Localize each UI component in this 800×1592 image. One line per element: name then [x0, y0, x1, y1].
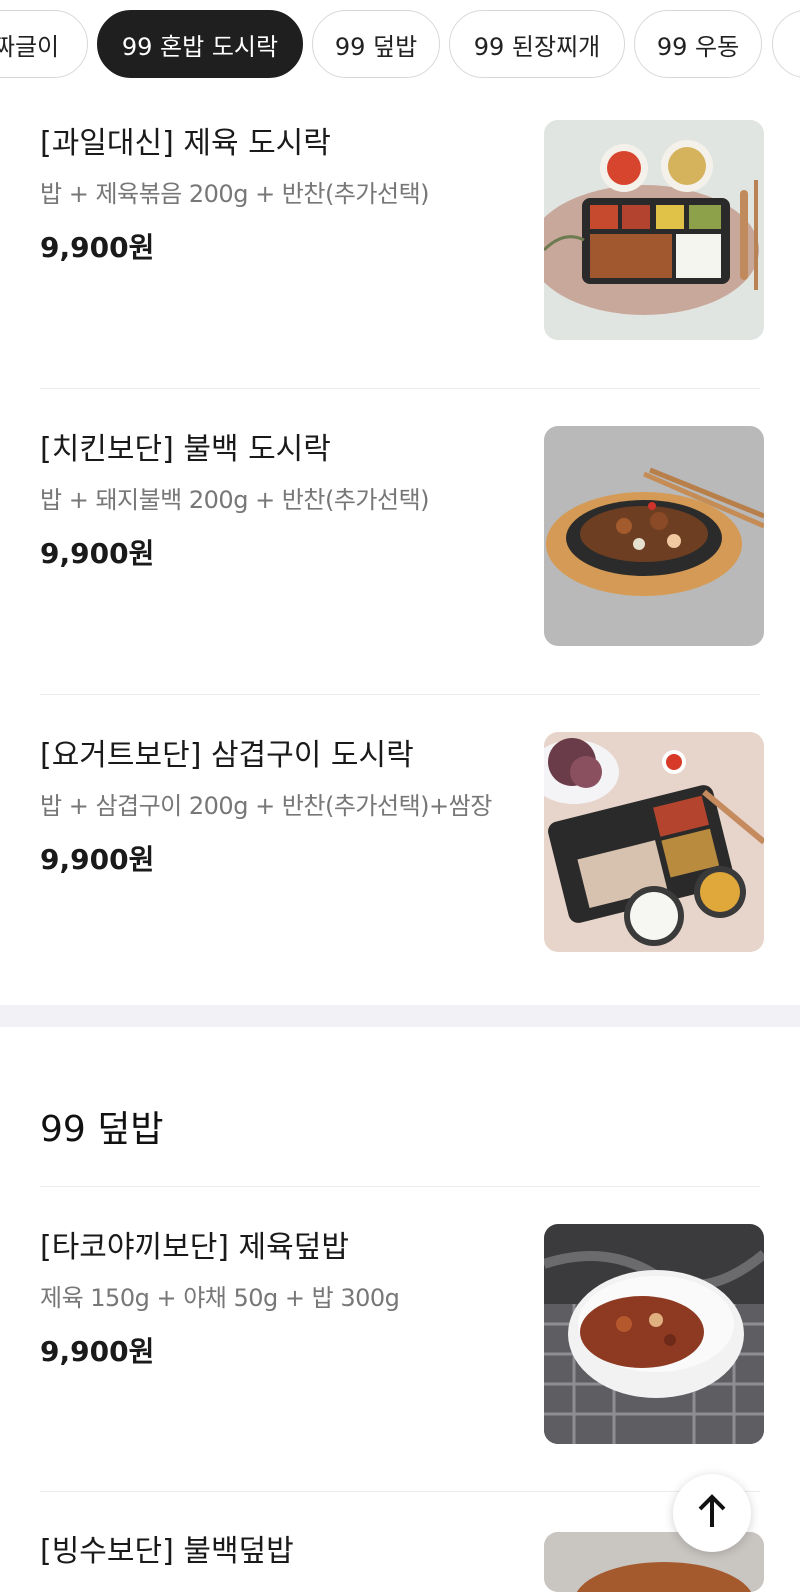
item-description: 밥 + 제육볶음 200g + 반찬(추가선택) — [40, 180, 430, 208]
category-tab-bar: 짜글이 99 혼밥 도시락 99 덮밥 99 된장찌개 99 우동 — [0, 0, 800, 88]
bulbaek-platter-photo[interactable] — [544, 426, 764, 646]
item-description: 밥 + 돼지불백 200g + 반찬(추가선택) — [40, 486, 430, 514]
jeyuk-deopbap-photo[interactable] — [544, 1224, 764, 1444]
tab-jjageuli[interactable]: 짜글이 — [0, 10, 88, 78]
item-name: [치킨보단] 불백 도시락 — [40, 432, 331, 467]
item-name: [요거트보단] 삼겹구이 도시락 — [40, 738, 414, 773]
item-price: 9,900원 — [40, 1335, 155, 1368]
item-divider — [40, 388, 760, 389]
menu-item[interactable]: [과일대신] 제육 도시락 밥 + 제육볶음 200g + 반찬(추가선택) 9… — [40, 118, 764, 340]
tab-label: 짜글이 — [0, 32, 60, 61]
tab-label: 99 혼밥 도시락 — [121, 32, 279, 61]
section-title: 99 덮밥 — [40, 1109, 164, 1150]
item-description: 밥 + 삼겹구이 200g + 반찬(추가선택)+쌈장 — [40, 792, 492, 820]
section-divider — [40, 1186, 760, 1187]
menu-item[interactable]: [요거트보단] 삼겹구이 도시락 밥 + 삼겹구이 200g + 반찬(추가선택… — [40, 730, 764, 952]
menu-item[interactable]: [치킨보단] 불백 도시락 밥 + 돼지불백 200g + 반찬(추가선택) 9… — [40, 424, 764, 646]
tab-udon[interactable]: 99 우동 — [634, 10, 762, 78]
item-name: [빙수보단] 불백덮밥 — [40, 1534, 294, 1569]
menu-item[interactable]: [빙수보단] 불백덮밥 — [40, 1526, 764, 1592]
item-name: [타코야끼보단] 제육덮밥 — [40, 1230, 349, 1265]
tab-next[interactable] — [772, 10, 800, 78]
tab-label: 99 우동 — [656, 32, 740, 61]
item-name: [과일대신] 제육 도시락 — [40, 126, 331, 161]
item-divider — [40, 694, 760, 695]
arrow-up-icon — [697, 1493, 727, 1533]
item-price: 9,900원 — [40, 231, 155, 264]
tab-honbap-dosirak[interactable]: 99 혼밥 도시락 — [97, 10, 303, 78]
tab-label: 99 된장찌개 — [473, 32, 601, 61]
item-description: 제육 150g + 야채 50g + 밥 300g — [40, 1284, 400, 1312]
tab-label: 99 덮밥 — [334, 32, 418, 61]
samgyeop-dosirak-photo[interactable] — [544, 732, 764, 952]
item-divider — [40, 1491, 760, 1492]
section-separator — [0, 1005, 800, 1027]
scroll-top-button[interactable] — [673, 1474, 751, 1552]
jeyuk-dosirak-photo[interactable] — [544, 120, 764, 340]
tab-deopbap[interactable]: 99 덮밥 — [312, 10, 440, 78]
tab-doenjang-jjigae[interactable]: 99 된장찌개 — [449, 10, 625, 78]
item-price: 9,900원 — [40, 537, 155, 570]
item-price: 9,900원 — [40, 843, 155, 876]
menu-item[interactable]: [타코야끼보단] 제육덮밥 제육 150g + 야채 50g + 밥 300g … — [40, 1222, 764, 1444]
